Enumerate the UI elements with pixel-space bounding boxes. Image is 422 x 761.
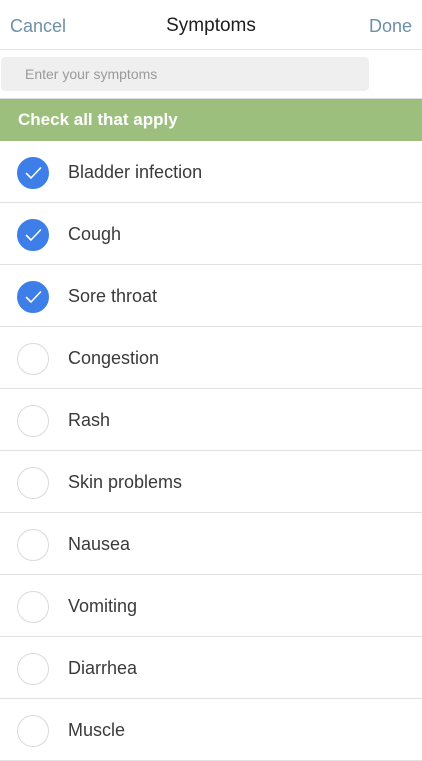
empty-circle-icon[interactable]	[17, 715, 49, 747]
checkmark-icon[interactable]	[17, 157, 49, 189]
instruction-banner: Check all that apply	[0, 99, 422, 141]
empty-circle-icon[interactable]	[17, 343, 49, 375]
symptom-label: Skin problems	[68, 472, 183, 492]
page-title: Symptoms	[166, 15, 256, 36]
symptom-label: Vomiting	[68, 596, 138, 616]
empty-circle-icon[interactable]	[17, 405, 49, 437]
symptom-row[interactable]: Bladder infection	[0, 141, 422, 203]
symptom-row[interactable]: Cough	[0, 203, 422, 265]
symptom-row[interactable]: Skin problems	[0, 451, 422, 513]
symptom-row[interactable]: Diarrhea	[0, 637, 422, 699]
checkmark-icon-glyph	[25, 167, 42, 179]
checkmark-icon-glyph	[25, 229, 42, 241]
symptom-search-input[interactable]	[1, 57, 369, 91]
checkmark-icon-glyph	[25, 291, 42, 303]
symptom-label: Rash	[68, 410, 111, 430]
done-button[interactable]: Done	[369, 14, 412, 38]
symptom-label: Sore throat	[68, 286, 158, 306]
symptom-label: Bladder infection	[68, 162, 203, 182]
symptom-list: Bladder infection Cough Sore throat Cong…	[0, 141, 422, 761]
symptom-label: Nausea	[68, 534, 131, 554]
symptom-row[interactable]: Rash	[0, 389, 422, 451]
empty-circle-icon[interactable]	[17, 467, 49, 499]
symptom-row[interactable]: Nausea	[0, 513, 422, 575]
symptom-row[interactable]: Vomiting	[0, 575, 422, 637]
empty-circle-icon[interactable]	[17, 653, 49, 685]
navigation-bar: Cancel Symptoms Done	[0, 0, 422, 50]
instruction-text: Check all that apply	[18, 110, 178, 129]
checkmark-icon[interactable]	[17, 219, 49, 251]
symptom-label: Congestion	[68, 348, 160, 368]
symptom-row[interactable]: Sore throat	[0, 265, 422, 327]
symptom-row[interactable]: Muscle	[0, 699, 422, 761]
symptom-label: Muscle	[68, 720, 126, 740]
checkmark-icon[interactable]	[17, 281, 49, 313]
empty-circle-icon[interactable]	[17, 529, 49, 561]
symptom-row[interactable]: Congestion	[0, 327, 422, 389]
empty-circle-icon[interactable]	[17, 591, 49, 623]
symptom-label: Diarrhea	[68, 658, 138, 678]
search-bar	[0, 50, 422, 99]
symptom-label: Cough	[68, 224, 122, 244]
